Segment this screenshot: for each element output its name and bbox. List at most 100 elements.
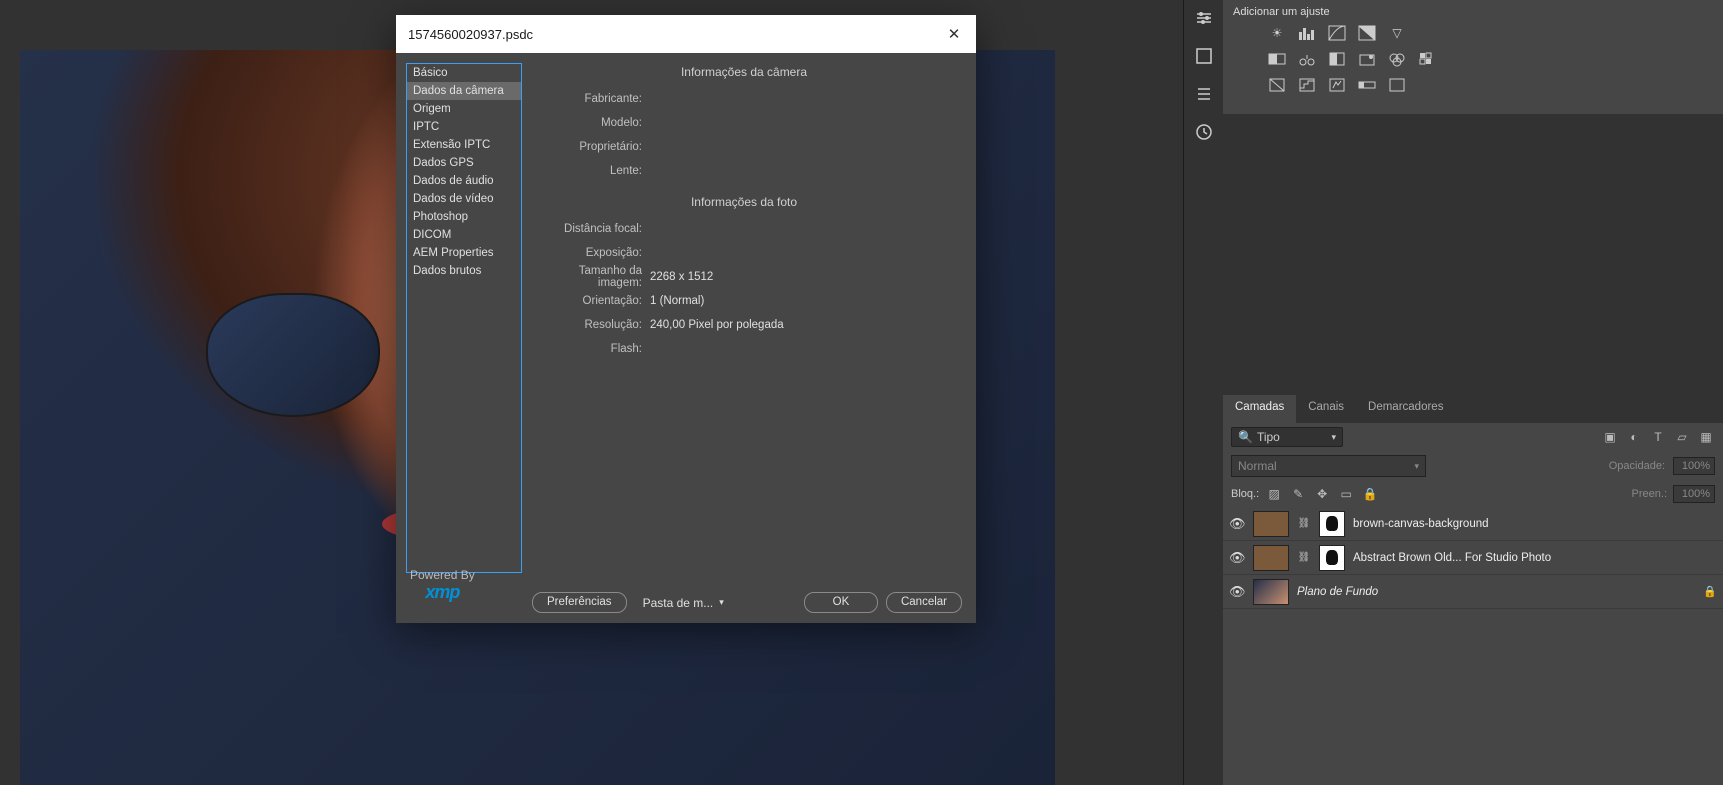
opacity-value[interactable]: 100%: [1673, 457, 1715, 475]
fill-label: Preen.:: [1632, 488, 1667, 500]
file-info-dialog: 1574560020937.psdc ✕ Básico Dados da câm…: [396, 15, 976, 623]
lock-position-icon[interactable]: ✥: [1313, 485, 1331, 503]
xmp-logo: xmp: [410, 582, 475, 603]
category-basico[interactable]: Básico: [407, 64, 521, 82]
layer-name[interactable]: Plano de Fundo: [1297, 586, 1695, 598]
label-modelo: Modelo:: [540, 117, 650, 129]
filter-type-icon[interactable]: T: [1649, 428, 1667, 446]
invert-icon[interactable]: [1267, 76, 1287, 94]
adjustments-strip-icon[interactable]: [1194, 8, 1214, 28]
filter-smart-icon[interactable]: ▦: [1697, 428, 1715, 446]
value-resolucao: 240,00 Pixel por polegada: [650, 319, 784, 331]
lock-artboard-icon[interactable]: ▭: [1337, 485, 1355, 503]
layer-list: 👁 ⛓ brown-canvas-background 👁 ⛓ Abstract…: [1223, 507, 1723, 785]
tab-paths[interactable]: Demarcadores: [1356, 395, 1455, 423]
levels-icon[interactable]: [1297, 24, 1317, 42]
layer-item[interactable]: 👁 ⛓ brown-canvas-background: [1223, 507, 1723, 541]
visibility-toggle-icon[interactable]: 👁: [1229, 550, 1245, 566]
lock-icon: 🔒: [1703, 585, 1717, 598]
lock-image-icon[interactable]: ✎: [1289, 485, 1307, 503]
color-lookup-icon[interactable]: [1417, 50, 1437, 68]
chevron-down-icon: ▾: [1331, 432, 1336, 443]
chevron-down-icon: ▾: [719, 597, 724, 608]
exposure-icon[interactable]: [1357, 24, 1377, 42]
filter-pixel-icon[interactable]: ▣: [1601, 428, 1619, 446]
history-strip-icon[interactable]: [1194, 122, 1214, 142]
lock-transparent-icon[interactable]: ▨: [1265, 485, 1283, 503]
layer-item[interactable]: 👁 ⛓ Abstract Brown Old... For Studio Pho…: [1223, 541, 1723, 575]
layer-thumbnail[interactable]: [1253, 545, 1289, 571]
filter-adjustment-icon[interactable]: ◐: [1625, 428, 1643, 446]
layer-name[interactable]: brown-canvas-background: [1353, 518, 1717, 530]
blend-mode-select[interactable]: Normal ▾: [1231, 455, 1426, 477]
label-exposicao: Exposição:: [540, 247, 650, 259]
category-iptc[interactable]: IPTC: [407, 118, 521, 136]
vibrance-icon[interactable]: ▽: [1387, 24, 1407, 42]
tab-channels[interactable]: Canais: [1296, 395, 1356, 423]
category-audio[interactable]: Dados de áudio: [407, 172, 521, 190]
sliders-strip-icon[interactable]: [1194, 84, 1214, 104]
layer-filter-dropdown[interactable]: 🔍 Tipo ▾: [1231, 427, 1343, 447]
label-lente: Lente:: [540, 165, 650, 177]
adjustments-panel: Adicionar um ajuste ☀ ▽: [1223, 0, 1723, 114]
layer-name[interactable]: Abstract Brown Old... For Studio Photo: [1353, 552, 1717, 564]
layer-item[interactable]: 👁 Plano de Fundo 🔒: [1223, 575, 1723, 609]
fill-value[interactable]: 100%: [1673, 485, 1715, 503]
layer-mask-thumbnail[interactable]: [1319, 545, 1345, 571]
link-icon[interactable]: ⛓: [1297, 517, 1311, 531]
chevron-down-icon: ▾: [1414, 461, 1419, 472]
category-dados-camera[interactable]: Dados da câmera: [407, 82, 521, 100]
category-list: Básico Dados da câmera Origem IPTC Exten…: [406, 63, 522, 573]
category-video[interactable]: Dados de vídeo: [407, 190, 521, 208]
opacity-label: Opacidade:: [1609, 460, 1665, 472]
category-origem[interactable]: Origem: [407, 100, 521, 118]
curves-icon[interactable]: [1327, 24, 1347, 42]
metadata-panel: Informações da câmera Fabricante: Modelo…: [522, 63, 966, 573]
panel-gap: [1223, 114, 1723, 395]
label-fabricante: Fabricante:: [540, 93, 650, 105]
cancel-button[interactable]: Cancelar: [886, 592, 962, 613]
layers-panel: Camadas Canais Demarcadores 🔍 Tipo ▾ ▣ ◐…: [1223, 395, 1723, 785]
selective-color-icon[interactable]: [1387, 76, 1407, 94]
powered-by-label: Powered By: [410, 568, 475, 582]
category-iptc-ext[interactable]: Extensão IPTC: [407, 136, 521, 154]
label-proprietario: Proprietário:: [540, 141, 650, 153]
black-white-icon[interactable]: [1327, 50, 1347, 68]
template-dropdown[interactable]: Pasta de m... ▾: [635, 594, 732, 612]
layer-thumbnail[interactable]: [1253, 579, 1289, 605]
category-aem[interactable]: AEM Properties: [407, 244, 521, 262]
hue-sat-icon[interactable]: [1267, 50, 1287, 68]
tab-layers[interactable]: Camadas: [1223, 395, 1296, 423]
layer-thumbnail[interactable]: [1253, 511, 1289, 537]
label-tamanho: Tamanho da imagem:: [540, 265, 650, 289]
visibility-toggle-icon[interactable]: 👁: [1229, 584, 1245, 600]
styles-strip-icon[interactable]: [1194, 46, 1214, 66]
visibility-toggle-icon[interactable]: 👁: [1229, 516, 1245, 532]
category-photoshop[interactable]: Photoshop: [407, 208, 521, 226]
threshold-icon[interactable]: [1327, 76, 1347, 94]
powered-by: Powered By xmp: [410, 568, 475, 603]
template-dropdown-label: Pasta de m...: [643, 596, 714, 610]
gradient-map-icon[interactable]: [1357, 76, 1377, 94]
section-camera-heading: Informações da câmera: [540, 63, 948, 81]
category-raw[interactable]: Dados brutos: [407, 262, 521, 280]
lock-all-icon[interactable]: 🔒: [1361, 485, 1379, 503]
section-photo-heading: Informações da foto: [540, 193, 948, 211]
channel-mixer-icon[interactable]: [1387, 50, 1407, 68]
close-icon[interactable]: ✕: [944, 24, 964, 44]
category-dicom[interactable]: DICOM: [407, 226, 521, 244]
category-gps[interactable]: Dados GPS: [407, 154, 521, 172]
brightness-icon[interactable]: ☀: [1267, 24, 1287, 42]
photo-filter-icon[interactable]: [1357, 50, 1377, 68]
filter-shape-icon[interactable]: ▱: [1673, 428, 1691, 446]
posterize-icon[interactable]: [1297, 76, 1317, 94]
blend-mode-value: Normal: [1238, 459, 1277, 473]
link-icon[interactable]: ⛓: [1297, 551, 1311, 565]
preferences-button[interactable]: Preferências: [532, 592, 627, 613]
ok-button[interactable]: OK: [804, 592, 878, 613]
dialog-titlebar[interactable]: 1574560020937.psdc ✕: [396, 15, 976, 53]
value-orientacao: 1 (Normal): [650, 295, 704, 307]
layer-mask-thumbnail[interactable]: [1319, 511, 1345, 537]
value-tamanho: 2268 x 1512: [650, 271, 713, 283]
color-balance-icon[interactable]: [1297, 50, 1317, 68]
